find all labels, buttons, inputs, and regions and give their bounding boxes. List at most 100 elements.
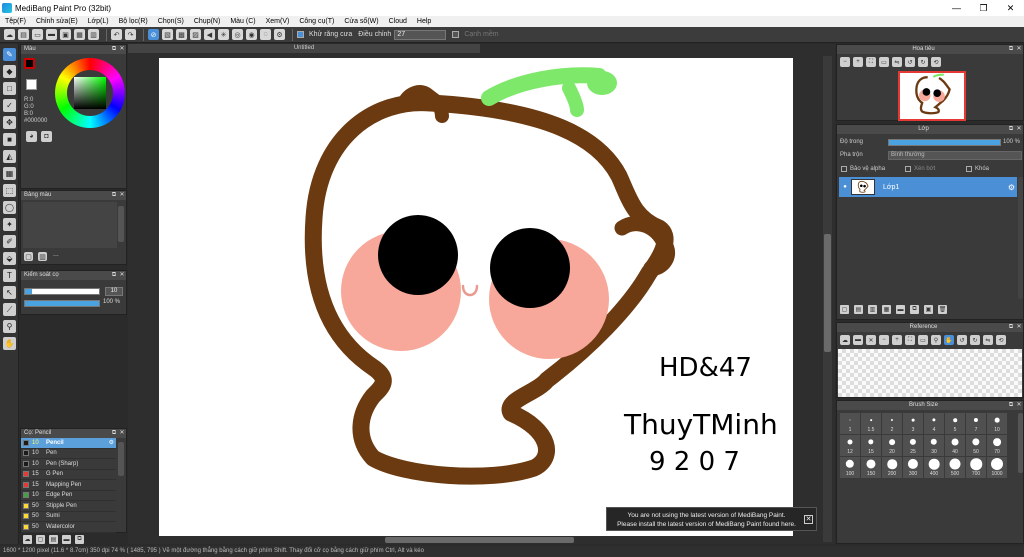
lasso-tool-icon[interactable]: ◯ — [3, 201, 16, 214]
menu-cloud[interactable]: Cloud — [384, 18, 412, 25]
magic-wand-tool-icon[interactable]: ✦ — [3, 218, 16, 231]
panel-close-icon[interactable]: ✕ — [118, 191, 126, 200]
ring-snap-icon[interactable]: ◌ — [260, 29, 271, 40]
close-reference-icon[interactable]: ✕ — [866, 335, 876, 345]
brush-size-preset[interactable]: 1.5 — [861, 413, 881, 434]
color-mode-icon[interactable]: ◘ — [41, 131, 52, 142]
document-tab[interactable]: Untitled — [128, 44, 480, 53]
primary-color-swatch[interactable] — [24, 58, 35, 69]
menu-select[interactable]: Chọn(S) — [153, 18, 189, 25]
minimize-button[interactable]: — — [943, 0, 970, 16]
panel-detach-icon[interactable]: ⧉ — [110, 45, 118, 54]
ref-rotate-left-icon[interactable]: ↺ — [957, 335, 967, 345]
menu-color[interactable]: Màu (C) — [225, 18, 260, 25]
new-8bit-layer-icon[interactable]: ▥ — [868, 305, 877, 314]
no-snap-icon[interactable]: ⊘ — [148, 29, 159, 40]
merge-down-icon[interactable]: ▣ — [924, 305, 933, 314]
menu-window[interactable]: Cửa sổ(W) — [339, 18, 383, 25]
palette-mode-icon[interactable]: ◕ — [26, 131, 37, 142]
close-button[interactable]: ✕ — [997, 0, 1024, 16]
cloud-icon[interactable]: ☁ — [4, 29, 15, 40]
maximize-button[interactable]: ❐ — [970, 0, 997, 16]
ref-actual-size-icon[interactable]: ▭ — [918, 335, 928, 345]
brush-size-preset[interactable]: 7 — [966, 413, 986, 434]
hand-tool-icon[interactable]: ✋ — [3, 337, 16, 350]
panel-close-icon[interactable]: ✕ — [1015, 323, 1023, 332]
menu-edit[interactable]: Chỉnh sửa(E) — [31, 18, 83, 25]
fit-screen-icon[interactable]: ⛶ — [866, 57, 876, 67]
duplicate-brush-icon[interactable]: ⧉ — [75, 535, 84, 544]
brush-size-value[interactable]: 10 — [105, 287, 123, 296]
notification-close-icon[interactable]: ✕ — [804, 515, 813, 524]
palette-scrollbar[interactable] — [118, 206, 124, 242]
duplicate-layer-icon[interactable]: ⧉ — [910, 305, 919, 314]
ref-zoom-out-icon[interactable]: − — [879, 335, 889, 345]
export-icon[interactable]: ▥ — [88, 29, 99, 40]
vanish-snap-icon[interactable]: ▨ — [190, 29, 201, 40]
ref-flip-icon[interactable]: ⇋ — [983, 335, 993, 345]
panel-detach-icon[interactable]: ⧉ — [110, 429, 118, 438]
brush-size-preset[interactable]: 40 — [945, 435, 965, 456]
ref-zoom-in-icon[interactable]: + — [892, 335, 902, 345]
brush-size-preset[interactable]: 12 — [840, 435, 860, 456]
brush-size-preset[interactable]: 1 — [840, 413, 860, 434]
lock-checkbox[interactable] — [966, 166, 972, 172]
ref-fit-icon[interactable]: ⛶ — [905, 335, 915, 345]
eyedropper-tool-icon[interactable]: ⚲ — [3, 320, 16, 333]
brush-size-preset[interactable]: 15 — [861, 435, 881, 456]
edge-checkbox[interactable] — [452, 31, 460, 38]
new-folder-icon[interactable]: ▬ — [896, 305, 905, 314]
brush-item[interactable]: 15 G Pen — [21, 470, 116, 480]
ref-reset-icon[interactable]: ⟲ — [996, 335, 1006, 345]
panel-close-icon[interactable]: ✕ — [1015, 125, 1023, 134]
panel-close-icon[interactable]: ✕ — [118, 271, 126, 280]
brush-list-scrollbar[interactable] — [118, 442, 124, 476]
panel-close-icon[interactable]: ✕ — [118, 45, 126, 54]
zoom-in-icon[interactable]: + — [853, 57, 863, 67]
ref-rotate-right-icon[interactable]: ↻ — [970, 335, 980, 345]
adjust-select[interactable]: 27 — [394, 29, 447, 40]
dot-tool-icon[interactable]: □ — [3, 82, 16, 95]
new-file-icon[interactable]: ▤ — [18, 29, 29, 40]
menu-help[interactable]: Help — [412, 18, 436, 25]
antialias-checkbox[interactable] — [297, 31, 304, 38]
menu-view[interactable]: Xem(V) — [261, 18, 295, 25]
brush-size-preset[interactable]: 700 — [966, 457, 986, 478]
brush-size-preset[interactable]: 500 — [945, 457, 965, 478]
circle-snap-icon[interactable]: ◎ — [232, 29, 243, 40]
color-wheel[interactable] — [55, 58, 125, 128]
menu-snap[interactable]: Chụp(N) — [189, 18, 225, 25]
layer-row[interactable]: ● Lớp1 ⚙ — [839, 177, 1017, 197]
folder-brush-icon[interactable]: ▬ — [62, 535, 71, 544]
gradient-tool-icon[interactable]: ▦ — [3, 167, 16, 180]
bucket-tool-icon[interactable]: ◭ — [3, 150, 16, 163]
brush-size-preset[interactable]: 70 — [987, 435, 1007, 456]
brush-size-preset[interactable]: 1000 — [987, 457, 1007, 478]
open-folder-icon[interactable]: ▬ — [46, 29, 57, 40]
clipping-checkbox[interactable] — [905, 166, 911, 172]
curve-snap-icon[interactable]: ◉ — [246, 29, 257, 40]
panel-detach-icon[interactable]: ⧉ — [1007, 125, 1015, 134]
panel-close-icon[interactable]: ✕ — [118, 429, 126, 438]
brush-size-preset[interactable]: 5 — [945, 413, 965, 434]
canvas-horizontal-scroll-thumb[interactable] — [385, 537, 574, 543]
drawing-canvas[interactable]: HD&47 ThuyTMinh 9 2 0 7 — [159, 58, 793, 536]
menu-file[interactable]: Tệp(F) — [0, 18, 31, 25]
brush-size-preset[interactable]: 200 — [882, 457, 902, 478]
new-1bit-layer-icon[interactable]: ▦ — [882, 305, 891, 314]
reference-viewer[interactable] — [838, 349, 1022, 397]
flip-horizontal-icon[interactable]: ⇋ — [892, 57, 902, 67]
panel-detach-icon[interactable]: ⧉ — [110, 191, 118, 200]
panel-detach-icon[interactable]: ⧉ — [1007, 401, 1015, 410]
operation-tool-icon[interactable]: ↖ — [3, 286, 16, 299]
check-tool-icon[interactable]: ✓ — [3, 99, 16, 112]
brush-size-preset[interactable]: 10 — [987, 413, 1007, 434]
eraser-tool-icon[interactable]: ◆ — [3, 65, 16, 78]
canvas-vertical-scrollbar[interactable] — [823, 56, 832, 542]
brush-size-preset[interactable]: 50 — [966, 435, 986, 456]
parallel-snap-icon[interactable]: ▧ — [162, 29, 173, 40]
cloud-brush-icon[interactable]: ☁ — [23, 535, 32, 544]
cloud-reference-icon[interactable]: ☁ — [840, 335, 850, 345]
rotate-reset-icon[interactable]: ⟲ — [931, 57, 941, 67]
undo-icon[interactable]: ↶ — [111, 29, 122, 40]
